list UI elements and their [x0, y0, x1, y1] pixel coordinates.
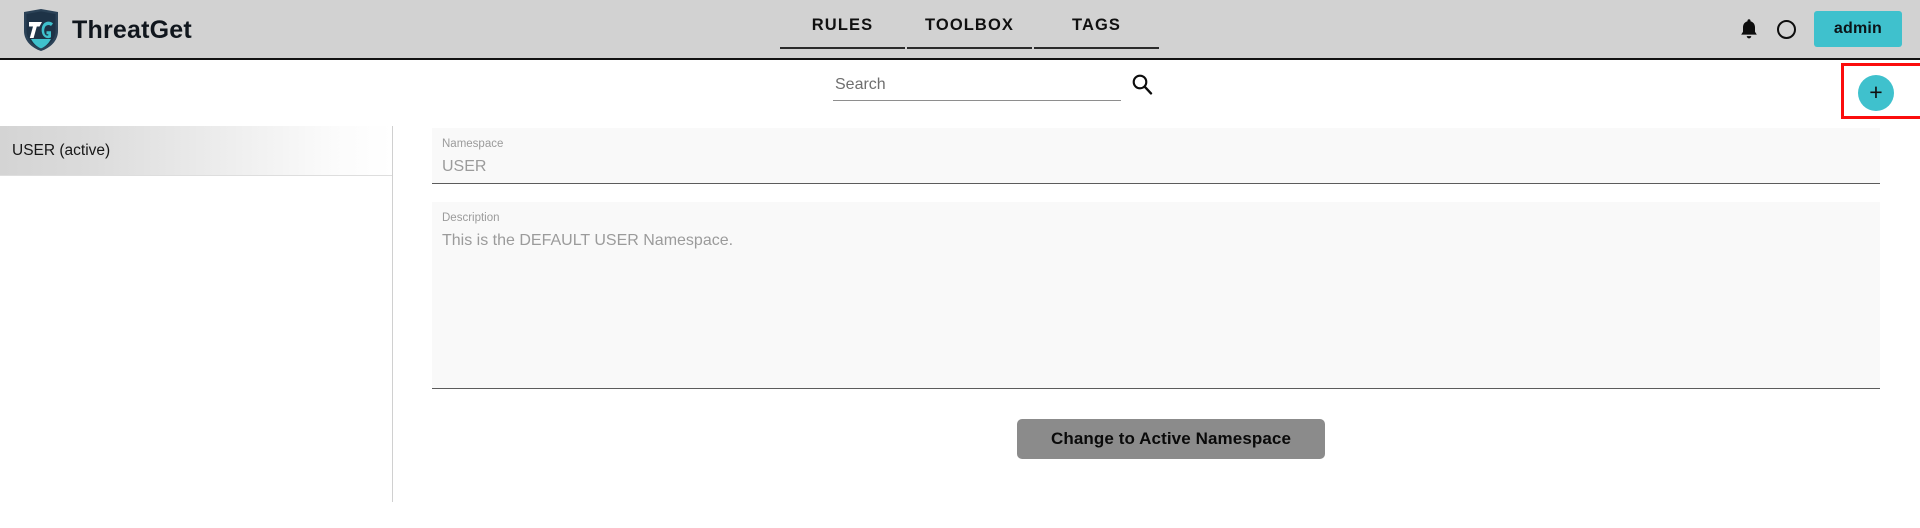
sidebar-item-user[interactable]: USER (active) — [0, 126, 392, 176]
tab-tags[interactable]: TAGS — [1034, 10, 1159, 49]
circle-icon[interactable] — [1776, 19, 1796, 39]
search-input[interactable] — [833, 74, 1121, 101]
tab-toolbox[interactable]: TOOLBOX — [907, 10, 1032, 49]
topbar-actions: admin — [1739, 0, 1902, 58]
tab-rules[interactable]: RULES — [780, 10, 905, 49]
top-navigation-bar: ThreatGet RULES TOOLBOX TAGS admin — [0, 0, 1920, 60]
brand: ThreatGet — [22, 7, 192, 53]
bell-icon[interactable] — [1739, 18, 1759, 40]
namespace-sidebar: USER (active) — [0, 126, 393, 502]
namespace-field[interactable]: Namespace USER — [432, 128, 1880, 184]
add-namespace-button[interactable]: + — [1858, 75, 1894, 111]
plus-icon: + — [1869, 78, 1883, 105]
sidebar-item-label: USER (active) — [12, 141, 111, 159]
description-field[interactable]: Description This is the DEFAULT USER Nam… — [432, 202, 1880, 389]
description-field-value: This is the DEFAULT USER Namespace. — [442, 231, 734, 249]
main-nav: RULES TOOLBOX TAGS — [780, 10, 1159, 49]
description-field-label: Description — [442, 212, 500, 224]
search-icon[interactable] — [1121, 73, 1153, 101]
app-title: ThreatGet — [72, 15, 192, 44]
shield-logo-icon — [22, 9, 60, 51]
admin-user-button[interactable]: admin — [1813, 11, 1902, 47]
namespace-detail-panel: Namespace USER Description This is the D… — [394, 126, 1920, 528]
search-container — [833, 73, 1153, 101]
namespace-field-value: USER — [442, 157, 487, 175]
action-row: Change to Active Namespace — [394, 419, 1920, 459]
change-to-active-namespace-button[interactable]: Change to Active Namespace — [1016, 419, 1326, 459]
search-row — [0, 60, 1920, 126]
namespace-field-label: Namespace — [442, 138, 504, 150]
